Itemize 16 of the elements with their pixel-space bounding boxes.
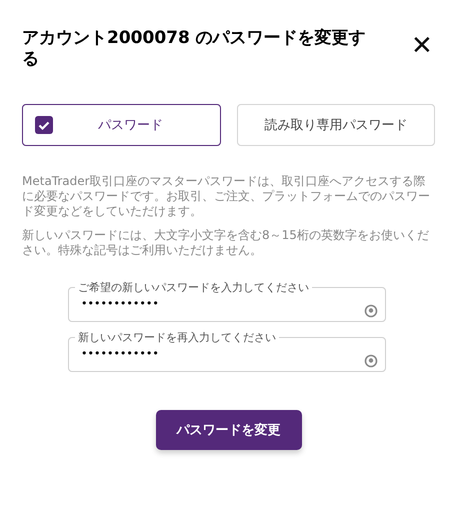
password-value: •••••••••••• bbox=[81, 296, 160, 312]
checkbox-icon bbox=[35, 116, 53, 134]
close-button[interactable]: ✕ bbox=[409, 30, 435, 60]
option-tab[interactable]: パスワード bbox=[22, 104, 220, 146]
field-label: ご希望の新しいパスワードを入力してください bbox=[77, 280, 310, 295]
visibility-icon[interactable] bbox=[364, 304, 378, 318]
password-field[interactable]: ご希望の新しいパスワードを入力してください •••••••••••• bbox=[68, 280, 386, 322]
option-tab[interactable]: 読み取り専用パスワード bbox=[236, 104, 435, 146]
password-value: •••••••••••• bbox=[81, 346, 160, 362]
visibility-icon[interactable] bbox=[364, 354, 378, 368]
dialog-title: アカウント2000078 のパスワードを変更する bbox=[22, 28, 367, 70]
password-field[interactable]: 新しいパスワードを再入力してください •••••••••••• bbox=[68, 330, 386, 372]
info-text: MetaTrader取引口座のマスターパスワードは、取引口座へアクセスする際に必要なパスワードです。お取引、ご注文、プラットフォームでのパスワード変更などをしていただけます。 bbox=[22, 174, 431, 219]
field-label: 新しいパスワードを再入力してください bbox=[77, 330, 277, 345]
submit-button[interactable]: パスワードを変更 bbox=[156, 410, 302, 450]
info-text: 新しいパスワードには、大文字小文字を含む8～15桁の英数字をお使いください。特殊な記号はご利用いただけません。 bbox=[22, 228, 430, 258]
